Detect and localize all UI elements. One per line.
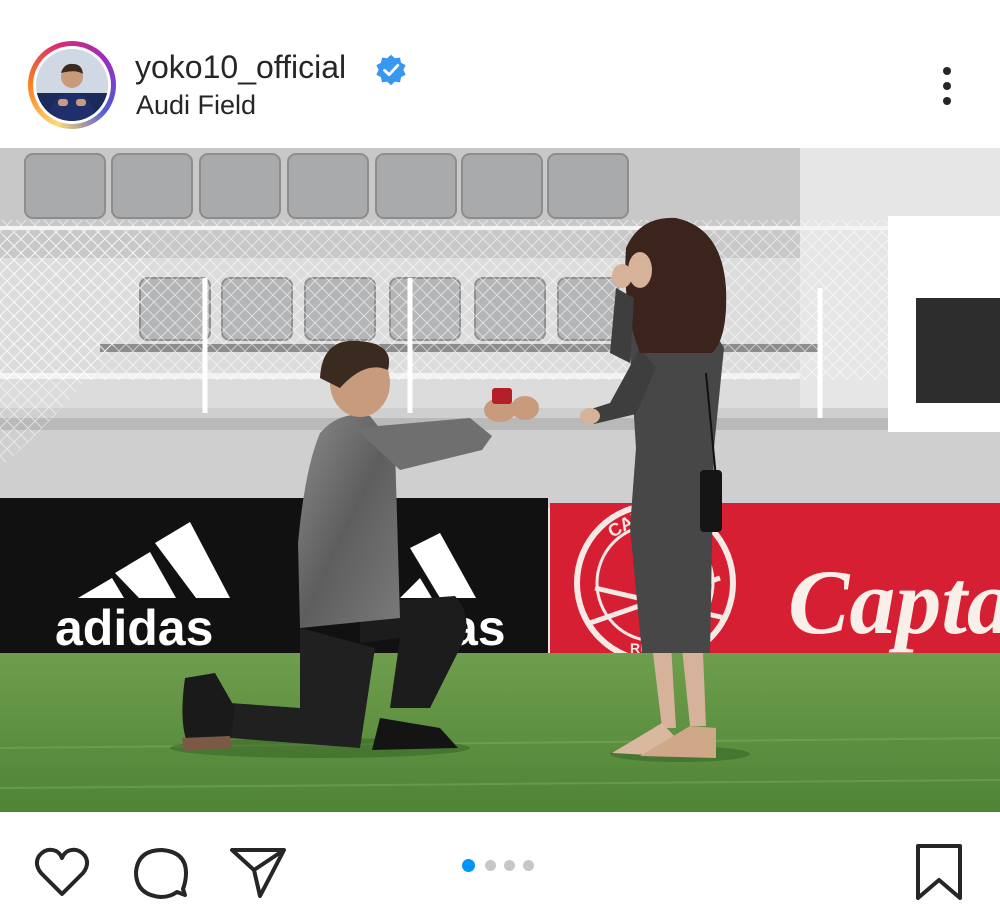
- heart-icon[interactable]: [32, 842, 92, 902]
- carousel-dot[interactable]: [523, 860, 534, 871]
- post-actions: [0, 812, 1000, 907]
- post-photo[interactable]: adidas as CAPTA RUM Capta: [0, 148, 1000, 812]
- bookmark-icon[interactable]: [910, 842, 970, 902]
- adidas-logo: adidas: [55, 600, 213, 656]
- carousel-dot-active[interactable]: [462, 859, 475, 872]
- post-header: yoko10_official Audi Field: [0, 0, 1000, 148]
- location-link[interactable]: Audi Field: [136, 90, 256, 121]
- more-options-icon[interactable]: [930, 64, 964, 108]
- avatar-image: [36, 49, 108, 121]
- username[interactable]: yoko10_official: [135, 49, 346, 86]
- story-ring[interactable]: [28, 41, 116, 129]
- avatar[interactable]: [33, 46, 111, 124]
- carousel-dot[interactable]: [504, 860, 515, 871]
- verified-badge-icon: [374, 53, 408, 87]
- captain-logo: Capta: [788, 551, 1000, 653]
- comment-icon[interactable]: [130, 842, 190, 902]
- carousel-dot[interactable]: [485, 860, 496, 871]
- send-icon[interactable]: [228, 842, 288, 902]
